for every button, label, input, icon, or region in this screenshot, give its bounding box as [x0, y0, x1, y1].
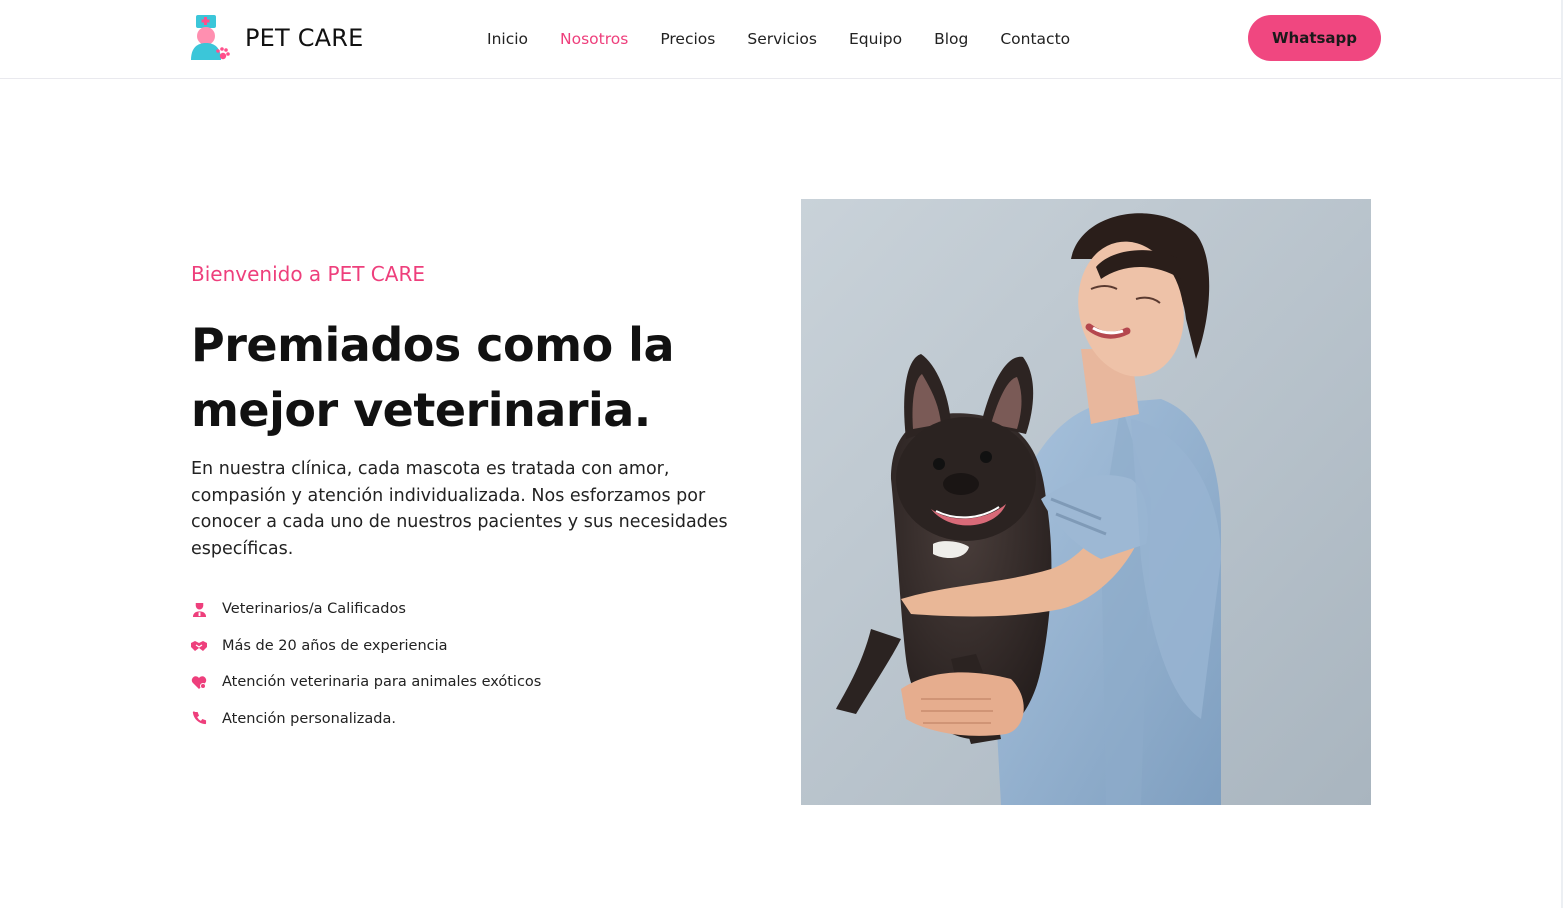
handshake-icon: [191, 638, 207, 654]
hero-photo-woman-holding-dog: [801, 199, 1371, 805]
doctor-icon: [191, 601, 207, 617]
feature-text: Veterinarios/a Calificados: [222, 601, 406, 617]
feature-item: Atención veterinaria para animales exóti…: [191, 671, 541, 693]
feature-item: Atención personalizada.: [191, 708, 541, 730]
vet-logo-icon: [185, 13, 231, 63]
hero-headline-line1: Premiados como la: [191, 318, 675, 372]
nav-link-equipo[interactable]: Equipo: [849, 30, 902, 48]
nav-link-precios[interactable]: Precios: [660, 30, 715, 48]
phone-icon: [191, 711, 207, 727]
brand-name: PET CARE: [245, 24, 364, 52]
nav-link-inicio[interactable]: Inicio: [487, 30, 528, 48]
hero-eyebrow: Bienvenido a PET CARE: [191, 262, 425, 286]
feature-text: Atención personalizada.: [222, 710, 396, 727]
hero-headline-line2: mejor veterinaria.: [191, 383, 651, 437]
nav-link-nosotros[interactable]: Nosotros: [560, 30, 628, 48]
nav-link-contacto[interactable]: Contacto: [1000, 30, 1070, 48]
feature-text: Más de 20 años de experiencia: [222, 637, 448, 654]
hero-description: En nuestra clínica, cada mascota es trat…: [191, 459, 728, 559]
main-nav: Inicio Nosotros Precios Servicios Equipo…: [487, 27, 1102, 51]
heart-care-icon: [191, 674, 207, 690]
feature-item: Veterinarios/a Calificados: [191, 598, 541, 620]
whatsapp-button[interactable]: Whatsapp: [1248, 15, 1381, 61]
brand[interactable]: PET CARE: [185, 13, 364, 63]
nav-link-blog[interactable]: Blog: [934, 30, 968, 48]
top-navbar: PET CARE Inicio Nosotros Precios Servici…: [0, 0, 1563, 79]
feature-item: Más de 20 años de experiencia: [191, 635, 541, 657]
feature-list: Veterinarios/a Calificados Más de 20 año…: [191, 598, 541, 744]
nav-link-servicios[interactable]: Servicios: [747, 30, 817, 48]
feature-text: Atención veterinaria para animales exóti…: [222, 674, 542, 690]
hero-headline: Premiados como la mejor veterinaria.: [191, 313, 751, 443]
